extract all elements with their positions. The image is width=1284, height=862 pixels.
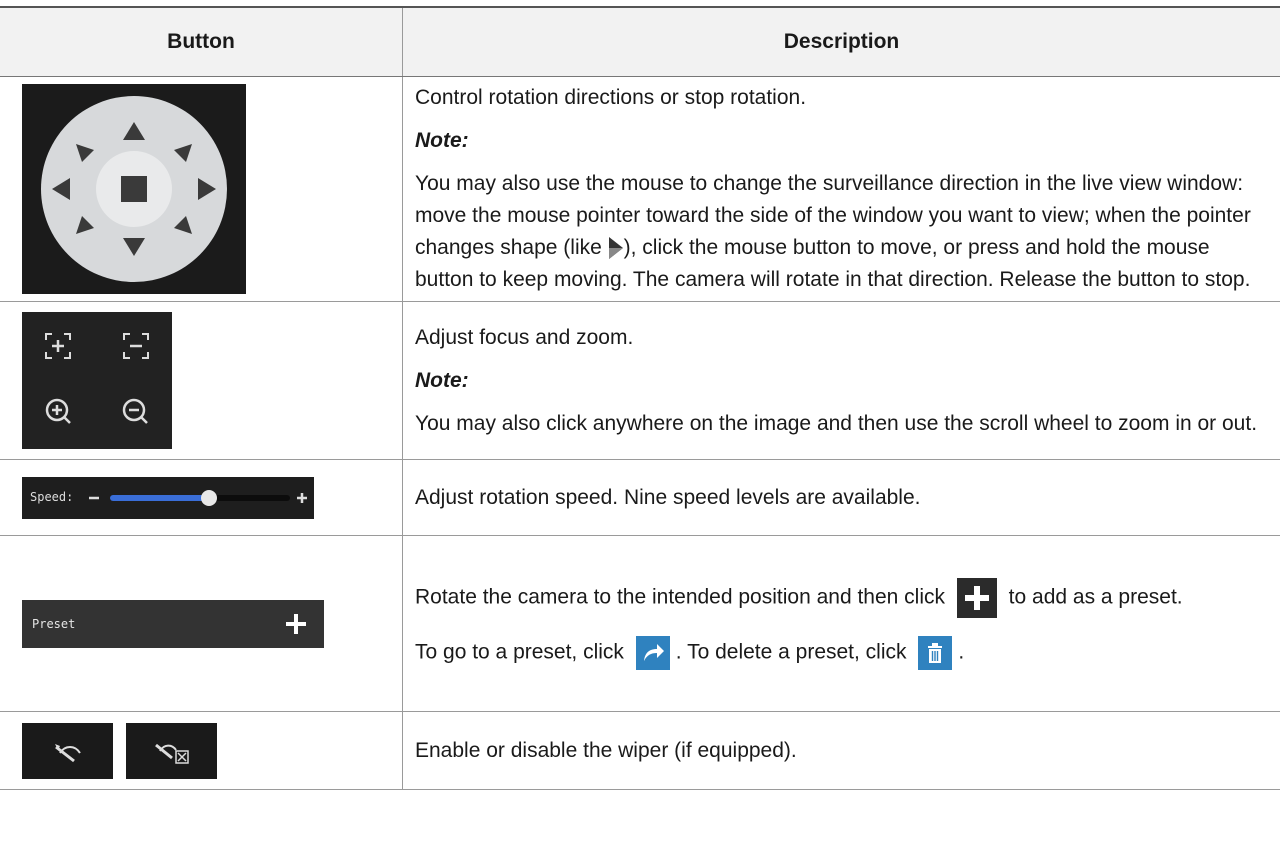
description-cell-focus: Adjust focus and zoom. Note: You may als… bbox=[402, 301, 1280, 460]
speed-plus-icon bbox=[297, 492, 307, 503]
preset-bar[interactable]: Preset bbox=[22, 599, 324, 648]
button-cell-direction bbox=[0, 76, 403, 302]
focus-note-label: Note: bbox=[415, 368, 469, 392]
preset-add-icon[interactable] bbox=[284, 612, 308, 636]
speed-slider-thumb bbox=[201, 489, 217, 506]
description-cell-speed: Adjust rotation speed. Nine speed levels… bbox=[402, 459, 1280, 536]
table-row-direction: Control rotation directions or stop rota… bbox=[0, 76, 1280, 302]
table-row-focus: Adjust focus and zoom. Note: You may als… bbox=[0, 301, 1280, 460]
description-cell-direction: Control rotation directions or stop rota… bbox=[402, 76, 1280, 302]
header-button: Button bbox=[0, 6, 403, 77]
plus-icon bbox=[956, 577, 997, 618]
direction-line1: Control rotation directions or stop rota… bbox=[415, 86, 807, 109]
ptz-direction-pad-icon bbox=[22, 84, 246, 294]
speed-slider-panel: Speed: bbox=[22, 476, 314, 519]
preset-text-b: to add as a preset. bbox=[1002, 585, 1183, 609]
preset-label: Preset bbox=[32, 616, 76, 631]
description-cell-preset: Rotate the camera to the intended positi… bbox=[402, 535, 1280, 712]
focus-note-text: You may also click anywhere on the image… bbox=[415, 411, 1258, 435]
speed-line1: Adjust rotation speed. Nine speed levels… bbox=[415, 485, 921, 509]
header-description: Description bbox=[402, 6, 1280, 77]
speed-slider[interactable] bbox=[22, 477, 314, 519]
trash-icon bbox=[918, 635, 953, 670]
button-cell-speed: Speed: bbox=[0, 459, 403, 536]
wiper-line1: Enable or disable the wiper (if equipped… bbox=[415, 738, 797, 762]
button-cell-wiper bbox=[0, 711, 403, 790]
speed-slider-fill bbox=[110, 494, 209, 501]
wiper-disable-icon[interactable] bbox=[126, 722, 217, 779]
table-row-wiper: Enable or disable the wiper (if equipped… bbox=[0, 711, 1280, 790]
wiper-enable-icon[interactable] bbox=[22, 722, 113, 779]
preset-text-a: Rotate the camera to the intended positi… bbox=[415, 585, 951, 609]
direction-note-text: You may also use the mouse to change the… bbox=[415, 168, 1258, 296]
preset-text-d: . To delete a preset, click bbox=[675, 640, 913, 664]
pointer-arrow-icon bbox=[608, 237, 623, 260]
preset-text-e: . bbox=[958, 640, 965, 664]
focus-line1: Adjust focus and zoom. bbox=[415, 325, 634, 349]
go-to-preset-icon bbox=[635, 635, 670, 670]
preset-text-c: To go to a preset, click bbox=[415, 640, 630, 664]
preset-text-line2: To go to a preset, click . To delete a p… bbox=[415, 635, 1258, 670]
button-cell-preset: Preset bbox=[0, 535, 403, 712]
direction-note-label: Note: bbox=[415, 129, 469, 152]
focus-zoom-panel bbox=[22, 312, 172, 449]
table-header-row: Button Description bbox=[0, 6, 1280, 77]
table-row-preset: Preset Rotate the camera to the intended… bbox=[0, 535, 1280, 712]
button-cell-focus bbox=[0, 301, 403, 460]
table-row-speed: Speed: Adjust rotation speed. Nine speed… bbox=[0, 459, 1280, 536]
description-cell-wiper: Enable or disable the wiper (if equipped… bbox=[402, 711, 1280, 790]
button-description-table: Button Description Control rotation dire… bbox=[0, 6, 1280, 790]
preset-text-line1: Rotate the camera to the intended positi… bbox=[415, 577, 1258, 618]
